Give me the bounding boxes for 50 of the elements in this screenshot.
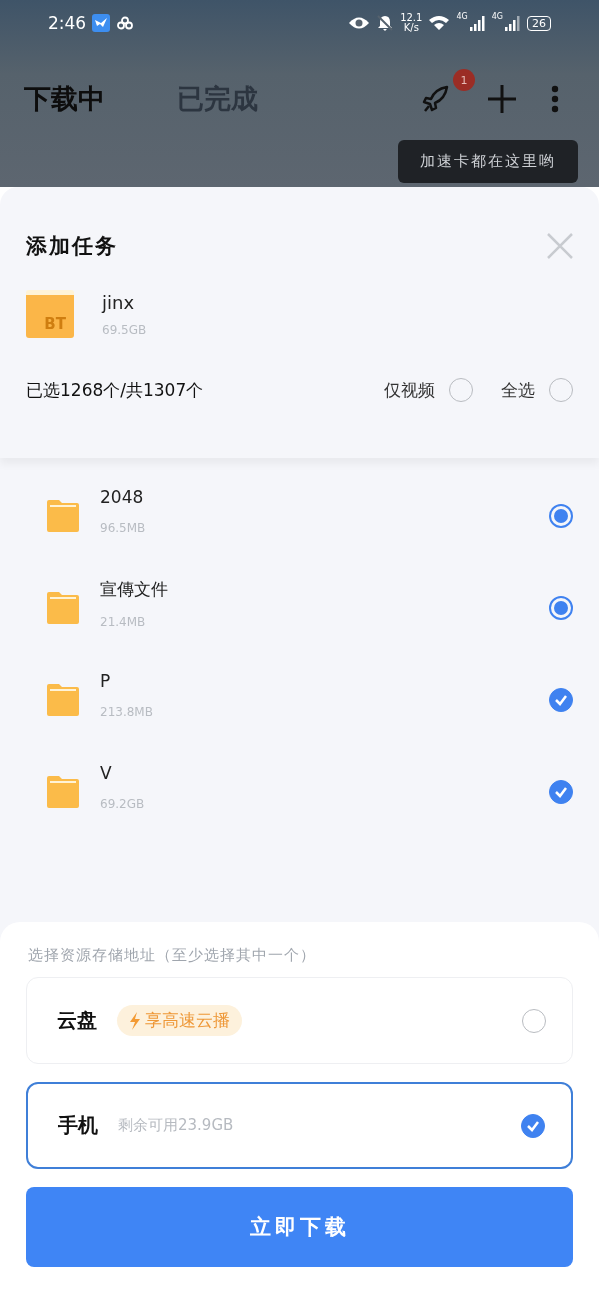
battery-level: 26 bbox=[527, 15, 551, 31]
torrent-name: jinx bbox=[102, 291, 136, 313]
storage-hint: 选择资源存储地址（至少选择其中一个） bbox=[28, 946, 317, 965]
wifi-icon bbox=[428, 15, 451, 31]
sheet-title: 添加任务 bbox=[26, 233, 118, 260]
option-label: 手机 bbox=[58, 1112, 98, 1139]
network-speed: 12.1 K/s bbox=[400, 13, 423, 33]
folder-name: 2048 bbox=[100, 487, 145, 507]
option-label: 云盘 bbox=[57, 1007, 97, 1034]
network-type: 4G bbox=[491, 12, 503, 21]
folder-size: 21.4MB bbox=[100, 614, 147, 629]
free-space: 剩余可用23.9GB bbox=[118, 1116, 234, 1135]
bt-folder-icon: BT bbox=[26, 290, 74, 338]
tag-text: 享高速云播 bbox=[145, 1009, 230, 1032]
cloud-icon bbox=[116, 16, 135, 30]
folder-name: 宣傳文件 bbox=[100, 577, 168, 601]
tooltip: 加速卡都在这里哟 bbox=[398, 140, 578, 183]
network-type: 4G bbox=[456, 12, 468, 21]
folder-icon bbox=[46, 591, 80, 625]
item-checkbox[interactable] bbox=[549, 688, 573, 712]
add-icon[interactable] bbox=[487, 84, 517, 114]
folder-size: 96.5MB bbox=[100, 521, 146, 535]
folder-name: P bbox=[100, 671, 112, 691]
more-icon[interactable] bbox=[551, 85, 559, 113]
clock-time: 2:46 bbox=[48, 13, 87, 33]
storage-option[interactable]: 云盘 享高速云播 bbox=[26, 977, 573, 1064]
option-checkbox[interactable] bbox=[521, 1113, 545, 1138]
storage-option[interactable]: 手机 剩余可用23.9GB bbox=[26, 1082, 573, 1169]
tab[interactable]: 下载中 bbox=[24, 81, 105, 117]
bird-app-icon bbox=[92, 14, 111, 32]
folder-icon bbox=[46, 775, 80, 809]
signal-icon bbox=[505, 15, 521, 31]
download-button[interactable]: 立即下载 bbox=[26, 1187, 573, 1267]
folder-icon bbox=[46, 499, 80, 533]
filter-label: 仅视频 bbox=[384, 378, 435, 402]
folder-size: 69.2GB bbox=[100, 797, 145, 811]
folder-name: V bbox=[100, 763, 113, 783]
lightning-icon bbox=[129, 1011, 141, 1030]
item-checkbox[interactable] bbox=[549, 504, 573, 528]
bell-off-icon bbox=[376, 14, 395, 32]
torrent-size: 69.5GB bbox=[102, 322, 147, 337]
item-checkbox[interactable] bbox=[549, 596, 573, 620]
signal-icon bbox=[469, 15, 486, 31]
eye-icon bbox=[348, 16, 371, 30]
selection-summary: 已选1268个/共1307个 bbox=[26, 378, 204, 402]
notification-badge: 1 bbox=[453, 69, 475, 91]
folder-icon bbox=[46, 683, 80, 717]
filter-label: 全选 bbox=[501, 378, 535, 402]
item-checkbox[interactable] bbox=[549, 780, 573, 804]
folder-size: 213.8MB bbox=[100, 705, 153, 719]
